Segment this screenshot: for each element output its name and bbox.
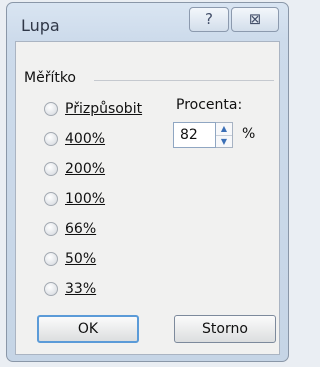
radio-33[interactable]: 33% — [44, 278, 96, 300]
radio-circle-icon — [44, 282, 58, 296]
radio-100-label: 100% — [65, 191, 106, 207]
radio-fit[interactable]: Přizpůsobit — [44, 98, 142, 120]
radio-fit-label: Přizpůsobit — [65, 101, 143, 117]
percent-sign: % — [242, 126, 256, 142]
spin-up-arrow-icon[interactable]: ▲ — [216, 123, 232, 136]
radio-circle-icon — [44, 162, 58, 176]
radio-circle-icon — [44, 102, 58, 116]
radio-400-label: 400% — [65, 131, 106, 147]
radio-200-label: 200% — [65, 161, 106, 177]
radio-66-label: 66% — [65, 221, 97, 237]
percent-label: Procenta: — [176, 97, 243, 113]
radio-50[interactable]: 50% — [44, 248, 96, 270]
close-button[interactable]: ⊠ — [231, 7, 279, 32]
radio-circle-icon — [44, 132, 58, 146]
zoom-dialog: Lupa ? ⊠ Měřítko Přizpůsobit 400% 200% 1… — [6, 2, 289, 362]
spin-down-arrow-icon[interactable]: ▼ — [216, 136, 232, 148]
radio-33-label: 33% — [65, 281, 97, 297]
close-icon: ⊠ — [248, 10, 262, 28]
radio-400[interactable]: 400% — [44, 128, 105, 150]
radio-200[interactable]: 200% — [44, 158, 105, 180]
radio-100[interactable]: 100% — [44, 188, 105, 210]
radio-circle-icon — [44, 252, 58, 266]
window-title: Lupa — [21, 16, 60, 35]
help-button[interactable]: ? — [189, 7, 229, 32]
question-mark-icon: ? — [205, 10, 213, 28]
dialog-body: Měřítko Přizpůsobit 400% 200% 100% 66% 5… — [15, 41, 280, 355]
percent-input[interactable]: 82 — [173, 122, 216, 148]
scale-group-label: Měřítko — [24, 70, 77, 86]
radio-circle-icon — [44, 222, 58, 236]
radio-circle-icon — [44, 192, 58, 206]
radio-50-label: 50% — [65, 251, 97, 267]
cancel-button[interactable]: Storno — [174, 315, 276, 343]
ok-button[interactable]: OK — [37, 315, 139, 343]
group-divider — [94, 80, 274, 81]
radio-66[interactable]: 66% — [44, 218, 96, 240]
percent-spinner: ▲ ▼ — [216, 122, 233, 148]
